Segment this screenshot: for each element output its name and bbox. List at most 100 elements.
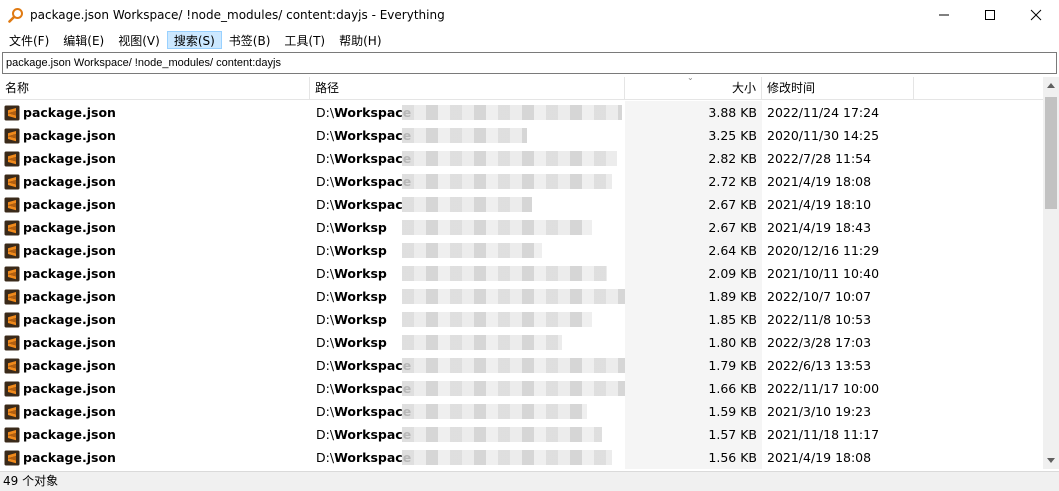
redacted-path bbox=[402, 381, 625, 396]
sort-descending-icon: ⌄ bbox=[687, 73, 694, 82]
file-name-cell: package.json bbox=[0, 400, 310, 423]
table-row[interactable]: package.json D:\Workspace 1.57 KB 2021/11/1… bbox=[0, 423, 1043, 446]
scroll-thumb[interactable] bbox=[1045, 97, 1057, 209]
file-name-cell: package.json bbox=[0, 446, 310, 469]
modified-date-cell: 2021/4/19 18:08 bbox=[767, 450, 872, 465]
table-row[interactable]: package.json D:\Worksp 1.80 KB 2022/3/28 17… bbox=[0, 331, 1043, 354]
file-size-cell: 1.80 KB bbox=[625, 331, 762, 354]
menu-view[interactable]: 视图(V) bbox=[111, 31, 167, 49]
search-bar bbox=[0, 51, 1059, 75]
minimize-button[interactable] bbox=[921, 0, 967, 30]
file-name-cell: package.json bbox=[0, 331, 310, 354]
path-match: Workspace bbox=[334, 358, 412, 373]
path-drive: D:\ bbox=[316, 427, 335, 442]
sublime-file-icon bbox=[4, 427, 20, 442]
table-row[interactable]: package.json D:\Worksp 1.85 KB 2022/11/8 10… bbox=[0, 308, 1043, 331]
sublime-file-icon bbox=[4, 381, 20, 396]
table-row[interactable]: package.json D:\Workspace 1.56 KB 2021/4/19… bbox=[0, 446, 1043, 469]
file-name: package.json bbox=[23, 128, 116, 143]
file-path-cell: D:\Worksp bbox=[310, 331, 625, 354]
path-drive: D:\ bbox=[316, 335, 335, 350]
table-row[interactable]: package.json D:\Workspace 3.88 KB 2022/11/2… bbox=[0, 101, 1043, 124]
file-name: package.json bbox=[23, 312, 116, 327]
file-path-cell: D:\Worksp bbox=[310, 239, 625, 262]
column-path-header[interactable]: 路径 bbox=[310, 77, 625, 99]
path-match: Workspace bbox=[334, 105, 412, 120]
redacted-path bbox=[402, 105, 622, 120]
menu-search[interactable]: 搜索(S) bbox=[166, 31, 222, 49]
search-input[interactable] bbox=[2, 52, 1057, 74]
menu-bookmarks[interactable]: 书签(B) bbox=[222, 31, 278, 49]
table-row[interactable]: package.json D:\Worksp 2.09 KB 2021/10/11 1… bbox=[0, 262, 1043, 285]
modified-date-cell: 2022/6/13 13:53 bbox=[767, 358, 872, 373]
file-size-cell: 1.66 KB bbox=[625, 377, 762, 400]
table-row[interactable]: package.json D:\Worksp 1.89 KB 2022/10/7 10… bbox=[0, 285, 1043, 308]
table-row[interactable]: package.json D:\Workspace 1.66 KB 2022/11/1… bbox=[0, 377, 1043, 400]
file-name-cell: package.json bbox=[0, 216, 310, 239]
file-size-cell: 2.67 KB bbox=[625, 216, 762, 239]
column-date-header[interactable]: 修改时间 bbox=[762, 77, 914, 99]
file-name-cell: package.json bbox=[0, 101, 310, 124]
window-title: package.json Workspace/ !node_modules/ c… bbox=[30, 8, 445, 22]
title-bar: package.json Workspace/ !node_modules/ c… bbox=[0, 0, 1059, 30]
maximize-button[interactable] bbox=[967, 0, 1013, 30]
window-controls bbox=[921, 0, 1059, 30]
column-name-header[interactable]: 名称 bbox=[0, 77, 310, 99]
file-name: package.json bbox=[23, 174, 116, 189]
redacted-path bbox=[402, 427, 602, 442]
menu-tools[interactable]: 工具(T) bbox=[277, 31, 332, 49]
file-size-cell: 1.79 KB bbox=[625, 354, 762, 377]
file-name: package.json bbox=[23, 381, 116, 396]
modified-date-cell: 2021/3/10 19:23 bbox=[767, 404, 872, 419]
path-drive: D:\ bbox=[316, 381, 335, 396]
modified-date-cell: 2021/11/18 11:17 bbox=[767, 427, 880, 442]
file-path-cell: D:\Workspace bbox=[310, 446, 625, 469]
redacted-path bbox=[402, 404, 587, 419]
table-row[interactable]: package.json D:\Worksp 2.67 KB 2021/4/19 18… bbox=[0, 216, 1043, 239]
table-row[interactable]: package.json D:\Workspace 1.59 KB 2021/3/10… bbox=[0, 400, 1043, 423]
scroll-down-button[interactable] bbox=[1043, 452, 1059, 469]
column-size-header[interactable]: ⌄ 大小 bbox=[625, 73, 762, 99]
table-row[interactable]: package.json D:\Workspace 1.79 KB 2022/6/13… bbox=[0, 354, 1043, 377]
close-button[interactable] bbox=[1013, 0, 1059, 30]
file-name: package.json bbox=[23, 289, 116, 304]
table-row[interactable]: package.json D:\Workspace 3.25 KB 2020/11/3… bbox=[0, 124, 1043, 147]
menu-help[interactable]: 帮助(H) bbox=[332, 31, 388, 49]
file-path-cell: D:\Worksp bbox=[310, 216, 625, 239]
file-size-cell: 1.57 KB bbox=[625, 423, 762, 446]
table-row[interactable]: package.json D:\Workspac 2.67 KB 2021/4/19 … bbox=[0, 193, 1043, 216]
sublime-file-icon bbox=[4, 335, 20, 350]
file-name-cell: package.json bbox=[0, 239, 310, 262]
sublime-file-icon bbox=[4, 128, 20, 143]
magnifier-icon bbox=[8, 7, 24, 23]
menu-file[interactable]: 文件(F) bbox=[2, 31, 56, 49]
file-name: package.json bbox=[23, 197, 116, 212]
file-name-cell: package.json bbox=[0, 193, 310, 216]
table-row[interactable]: package.json D:\Workspace 2.82 KB 2022/7/28… bbox=[0, 147, 1043, 170]
column-header: 名称 路径 ⌄ 大小 修改时间 bbox=[0, 73, 1043, 100]
file-path-cell: D:\Workspace bbox=[310, 354, 625, 377]
redacted-path bbox=[402, 312, 592, 327]
file-name-cell: package.json bbox=[0, 147, 310, 170]
redacted-path bbox=[402, 151, 617, 166]
file-name: package.json bbox=[23, 105, 116, 120]
file-name-cell: package.json bbox=[0, 262, 310, 285]
redacted-path bbox=[402, 128, 527, 143]
file-name: package.json bbox=[23, 151, 116, 166]
file-path-cell: D:\Workspace bbox=[310, 101, 625, 124]
path-match: Workspace bbox=[334, 128, 412, 143]
file-name: package.json bbox=[23, 450, 116, 465]
file-name: package.json bbox=[23, 266, 116, 281]
scroll-up-button[interactable] bbox=[1043, 77, 1059, 94]
results-list: package.json D:\Workspace 3.88 KB 2022/11/2… bbox=[0, 101, 1043, 469]
modified-date-cell: 2022/11/8 10:53 bbox=[767, 312, 872, 327]
path-match: Workspace bbox=[334, 151, 412, 166]
file-size-cell: 2.09 KB bbox=[625, 262, 762, 285]
redacted-path bbox=[402, 220, 592, 235]
menu-edit[interactable]: 编辑(E) bbox=[56, 31, 111, 49]
table-row[interactable]: package.json D:\Worksp 2.64 KB 2020/12/16 1… bbox=[0, 239, 1043, 262]
sublime-file-icon bbox=[4, 358, 20, 373]
vertical-scrollbar[interactable] bbox=[1043, 77, 1059, 469]
table-row[interactable]: package.json D:\Workspace 2.72 KB 2021/4/19… bbox=[0, 170, 1043, 193]
path-drive: D:\ bbox=[316, 266, 335, 281]
